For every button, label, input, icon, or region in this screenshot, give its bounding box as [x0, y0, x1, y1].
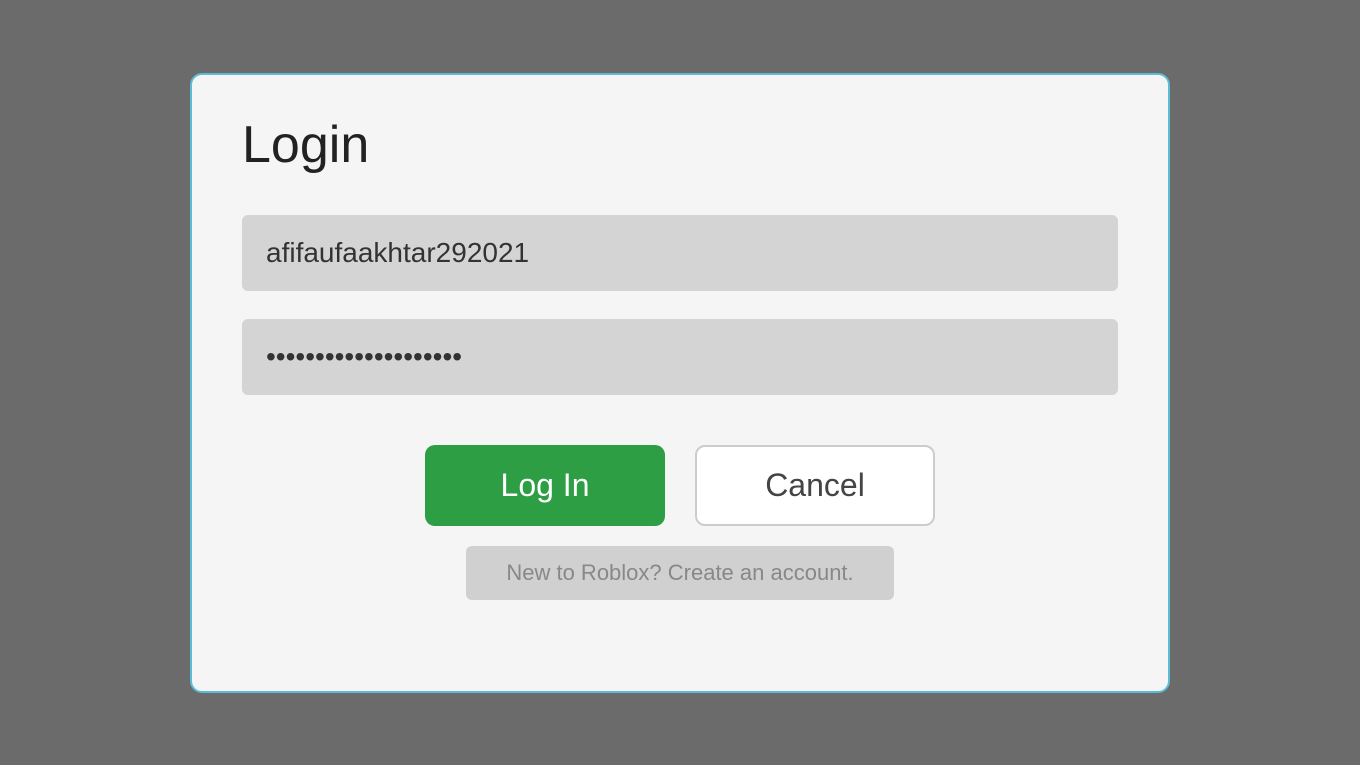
- dialog-title: Login: [242, 115, 1118, 175]
- cancel-button[interactable]: Cancel: [695, 445, 935, 526]
- action-buttons: Log In Cancel: [425, 445, 935, 526]
- username-input[interactable]: [242, 215, 1118, 291]
- login-button[interactable]: Log In: [425, 445, 665, 526]
- buttons-container: Log In Cancel New to Roblox? Create an a…: [242, 445, 1118, 600]
- password-input[interactable]: [242, 319, 1118, 395]
- login-dialog: Login Log In Cancel New to Roblox? Creat…: [190, 73, 1170, 693]
- create-account-button[interactable]: New to Roblox? Create an account.: [466, 546, 893, 600]
